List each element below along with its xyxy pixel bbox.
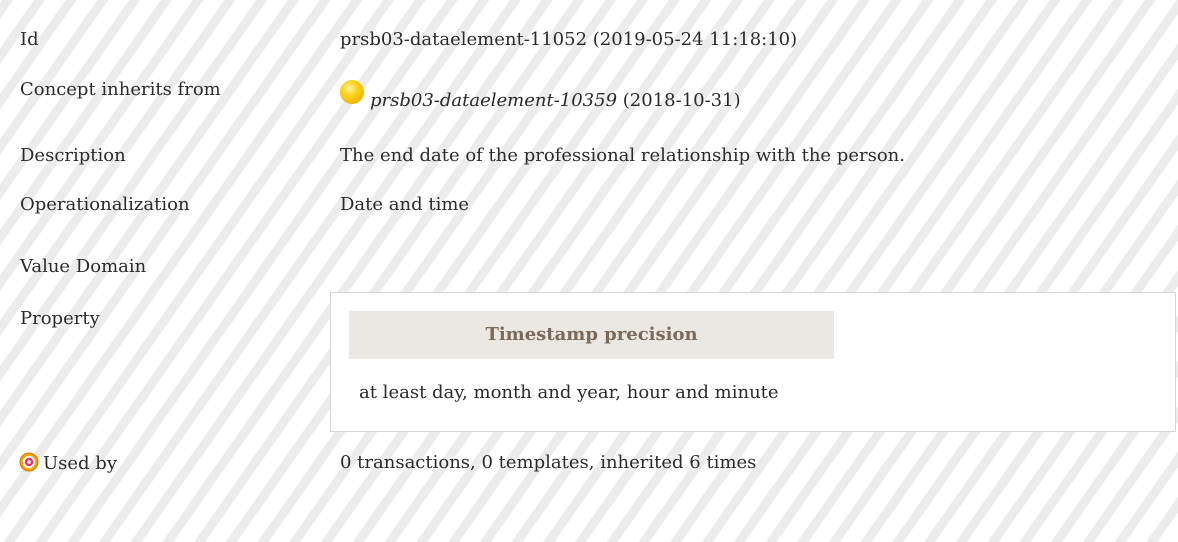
property-label: Property [20, 308, 100, 329]
used-by-label-group: Used by [19, 452, 117, 475]
target-icon [19, 452, 39, 472]
concept-inherits-value: prsb03-dataelement-10359 (2018-10-31) [340, 80, 741, 112]
used-by-label: Used by [43, 453, 117, 474]
operationalization-label: Operationalization [20, 194, 190, 215]
row-used-by: Used by 0 transactions, 0 templates, inh… [0, 452, 1178, 488]
property-header: Timestamp precision [349, 311, 834, 359]
inherited-concept-date: (2018-10-31) [622, 90, 741, 111]
operationalization-value: Date and time [340, 194, 470, 215]
description-value: The end date of the professional relatio… [340, 145, 905, 166]
row-operationalization: Operationalization Date and time [0, 194, 1178, 230]
row-concept-inherits: Concept inherits from prsb03-dataelement… [0, 79, 1178, 115]
row-id: Id prsb03-dataelement-11052 (2019-05-24 … [0, 29, 1178, 65]
description-label: Description [20, 145, 126, 166]
yellow-status-ball-icon [340, 80, 364, 104]
concept-inherits-label: Concept inherits from [20, 79, 221, 100]
inherited-concept-link[interactable]: prsb03-dataelement-10359 [370, 90, 617, 111]
id-label: Id [20, 29, 39, 50]
value-domain-label: Value Domain [20, 256, 147, 277]
property-value: at least day, month and year, hour and m… [359, 382, 779, 403]
row-value-domain: Value Domain [0, 256, 1178, 292]
row-description: Description The end date of the professi… [0, 145, 1178, 181]
id-value: prsb03-dataelement-11052 (2019-05-24 11:… [340, 29, 798, 50]
used-by-value: 0 transactions, 0 templates, inherited 6… [340, 452, 757, 473]
property-box: Timestamp precision at least day, month … [330, 292, 1176, 432]
